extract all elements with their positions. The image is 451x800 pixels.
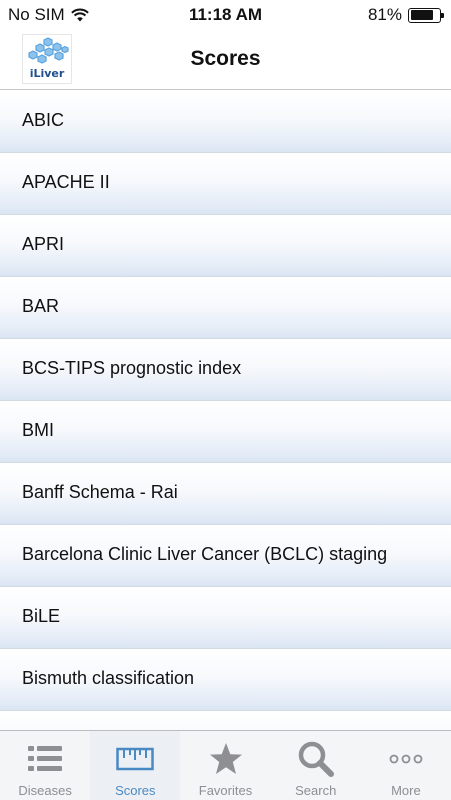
scores-list[interactable]: ABIC APACHE II APRI BAR BCS-TIPS prognos… (0, 91, 451, 731)
tab-bar: Diseases Scores Favorites Search More (0, 730, 451, 800)
tab-label: More (391, 783, 421, 798)
battery-level-fill (410, 10, 434, 20)
list-item-label: Bismuth classification (22, 668, 195, 688)
tab-label: Search (295, 783, 337, 798)
magnifier-icon (296, 739, 336, 779)
tab-favorites[interactable]: Favorites (180, 731, 270, 800)
list-item-label: APACHE II (22, 172, 110, 192)
tab-label: Scores (115, 783, 156, 798)
status-right: 81% (367, 5, 444, 25)
list-item-bmi[interactable]: BMI (0, 401, 451, 463)
tab-scores[interactable]: Scores (90, 731, 181, 800)
more-dots-icon (386, 739, 426, 779)
list-item-apache-ii[interactable]: APACHE II (0, 153, 451, 215)
page-title: Scores (190, 47, 261, 70)
list-icon (25, 739, 65, 779)
battery-tip (441, 12, 444, 18)
list-item-bar[interactable]: BAR (0, 277, 451, 339)
tab-label: Diseases (18, 783, 72, 798)
list-item-abic[interactable]: ABIC (0, 91, 451, 153)
list-item-partial[interactable] (0, 711, 451, 731)
tab-more[interactable]: More (361, 731, 451, 800)
list-item-bclc-staging[interactable]: Barcelona Clinic Liver Cancer (BCLC) sta… (0, 525, 451, 587)
list-item-bismuth[interactable]: Bismuth classification (0, 649, 451, 711)
tab-label: Favorites (198, 783, 253, 798)
list-item-banff-schema[interactable]: Banff Schema - Rai (0, 463, 451, 525)
tab-search[interactable]: Search (271, 731, 361, 800)
list-item-apri[interactable]: APRI (0, 215, 451, 277)
ruler-icon (115, 739, 155, 779)
list-item-label: BAR (22, 296, 60, 316)
list-item-label: APRI (22, 234, 65, 254)
list-item-label: BCS-TIPS prognostic index (22, 358, 242, 378)
list-item-label: Barcelona Clinic Liver Cancer (BCLC) sta… (22, 544, 388, 564)
nav-bar: iLiver Scores (0, 30, 451, 90)
list-item-label: BMI (22, 420, 55, 440)
list-item-bile[interactable]: BiLE (0, 587, 451, 649)
list-item-label: BiLE (22, 606, 61, 626)
list-item-label: ABIC (22, 110, 65, 130)
list-item-bcs-tips[interactable]: BCS-TIPS prognostic index (0, 339, 451, 401)
list-item-label: Banff Schema - Rai (22, 482, 178, 502)
status-bar: No SIM 11:18 AM 81% (0, 0, 451, 30)
star-icon (206, 739, 246, 779)
tab-diseases[interactable]: Diseases (0, 731, 90, 800)
battery-percent: 81% (367, 5, 402, 24)
battery-icon (408, 7, 444, 23)
